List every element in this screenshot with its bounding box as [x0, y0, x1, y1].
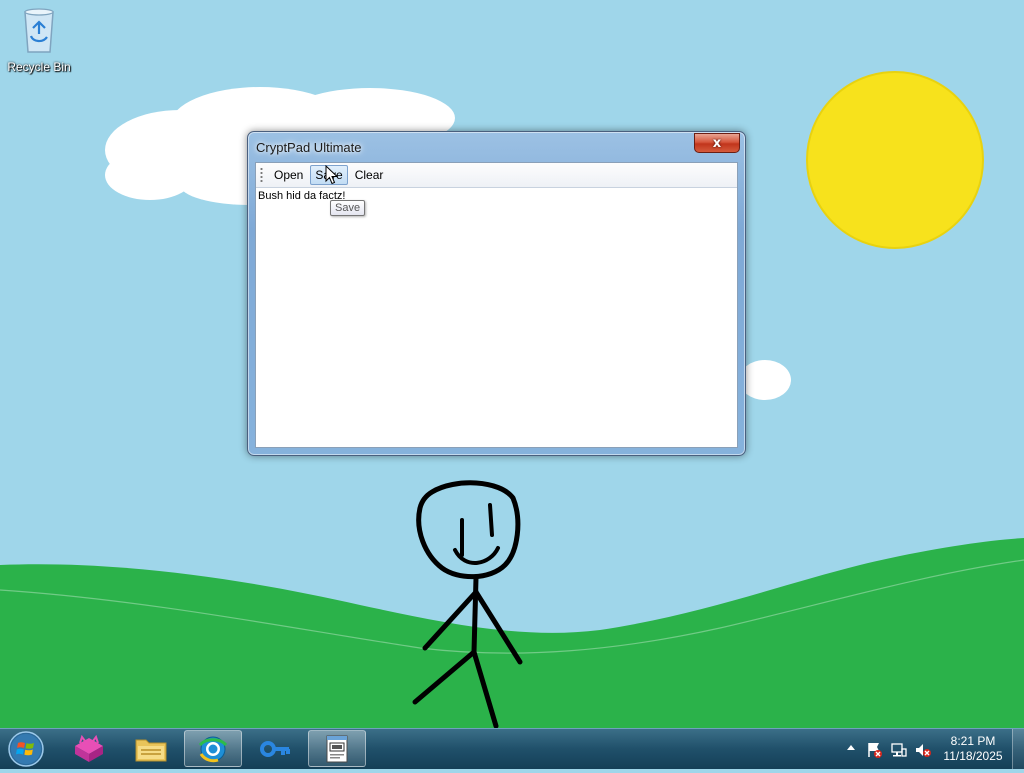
cloud-right: [739, 360, 791, 400]
clock-time: 8:21 PM: [950, 734, 996, 748]
close-icon: x: [712, 135, 722, 151]
show-hidden-icons-arrow-icon[interactable]: [846, 741, 856, 755]
text-editor[interactable]: Bush hid da factz!: [258, 190, 735, 445]
show-desktop-button[interactable]: [1012, 729, 1024, 769]
cryptpad-window: CryptPad Ultimate x Open Save Clear Bush…: [247, 131, 746, 456]
close-button[interactable]: x: [694, 133, 740, 153]
taskbar: 8:21 PM 11/18/2025: [0, 728, 1024, 769]
volume-muted-icon[interactable]: [914, 741, 932, 759]
save-tooltip: Save: [330, 200, 366, 216]
taskbar-app-cryptpad[interactable]: [308, 730, 366, 767]
action-center-flag-icon[interactable]: [866, 741, 884, 759]
windows-orb-icon: [8, 731, 44, 767]
sun: [806, 71, 984, 249]
title-bar[interactable]: CryptPad Ultimate x: [248, 132, 745, 162]
system-clock[interactable]: 8:21 PM 11/18/2025: [940, 734, 1006, 764]
browser-globe-icon: [198, 736, 228, 762]
folder-icon: [135, 739, 167, 761]
desktop-icon-recycle-bin[interactable]: Recycle Bin: [4, 6, 74, 74]
notepad-icon: [326, 735, 348, 762]
clear-button[interactable]: Clear: [350, 165, 389, 185]
desktop: Recycle Bin CryptPad Ultimate x Open Sav…: [0, 0, 1024, 728]
key-icon: [260, 740, 290, 757]
start-button[interactable]: [4, 729, 48, 769]
mouse-cursor-icon: [325, 165, 339, 185]
taskbar-app-explorer[interactable]: [122, 730, 180, 767]
window-title: CryptPad Ultimate: [256, 140, 362, 155]
window-client-area: Open Save Clear Bush hid da factz!: [255, 162, 738, 448]
recycle-bin-icon: [24, 8, 54, 53]
clock-date: 11/18/2025: [943, 749, 1003, 763]
network-icon[interactable]: [890, 741, 908, 759]
paw-box-icon: [75, 734, 103, 762]
toolbar-grip-icon[interactable]: [260, 167, 263, 183]
taskbar-app-browser[interactable]: [184, 730, 242, 767]
desktop-icon-label: Recycle Bin: [7, 60, 71, 74]
taskbar-app-paw[interactable]: [60, 730, 118, 767]
taskbar-app-key[interactable]: [246, 730, 304, 767]
open-button[interactable]: Open: [269, 165, 308, 185]
